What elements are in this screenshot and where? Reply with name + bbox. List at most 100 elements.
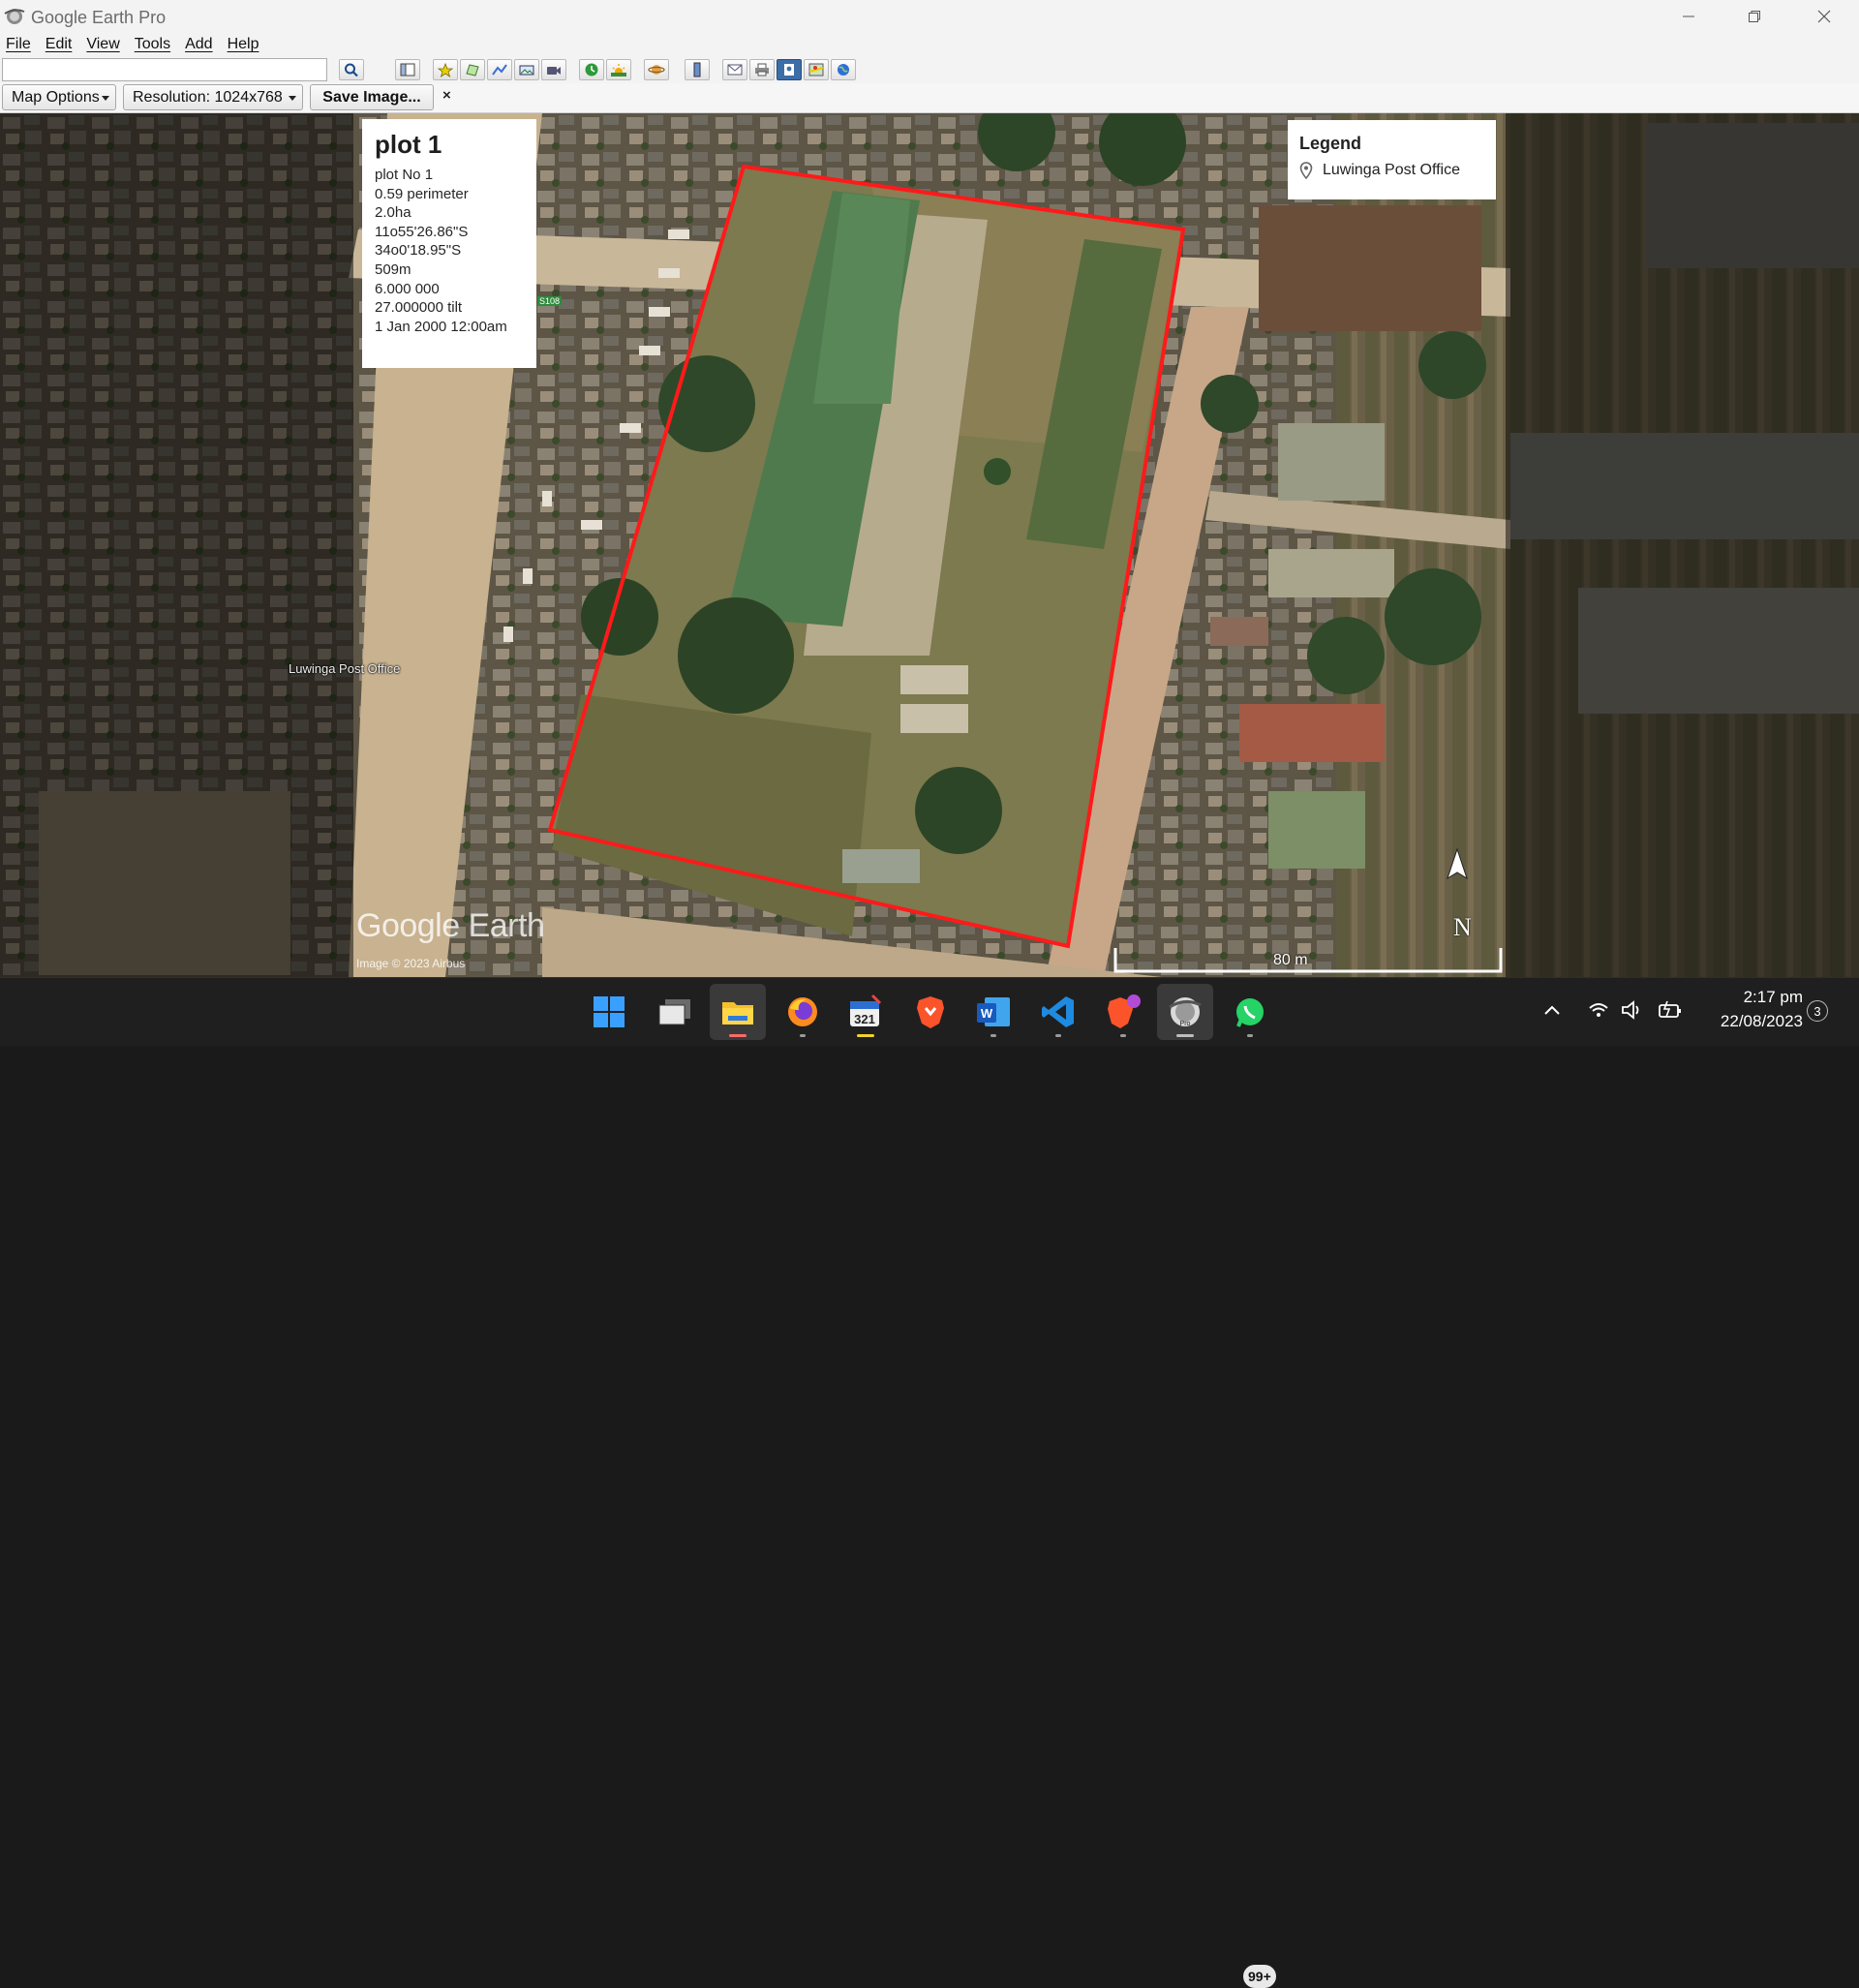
add-path-button[interactable] bbox=[487, 59, 512, 80]
earth-gallery-button[interactable] bbox=[831, 59, 856, 80]
close-window-button[interactable] bbox=[1791, 0, 1857, 33]
info-line: 34o0'18.95"S bbox=[375, 242, 462, 260]
planets-button[interactable] bbox=[644, 59, 669, 80]
running-indicator bbox=[1120, 1034, 1126, 1037]
vscode-button[interactable] bbox=[1030, 984, 1086, 1040]
info-line: 1 Jan 2000 12:00am bbox=[375, 318, 507, 335]
sidebar-icon bbox=[400, 63, 415, 76]
brave-icon bbox=[917, 996, 944, 1028]
taskbar: 321 W Pro 99+ bbox=[0, 977, 1859, 1988]
google-earth-pro-icon: Pro bbox=[1169, 997, 1202, 1027]
view-in-google-maps-button[interactable] bbox=[804, 59, 829, 80]
brave-beta-button[interactable] bbox=[1095, 984, 1151, 1040]
north-label: N bbox=[1453, 913, 1472, 941]
chevron-up-icon[interactable] bbox=[1543, 1004, 1561, 1016]
wifi-icon[interactable] bbox=[1588, 999, 1609, 1021]
map-view[interactable]: S108 Luwinga Post Office plot 1 plot No … bbox=[0, 113, 1859, 977]
menu-view[interactable]: View bbox=[86, 36, 119, 53]
menu-edit[interactable]: Edit bbox=[46, 36, 73, 53]
battery-icon[interactable] bbox=[1658, 999, 1683, 1021]
running-indicator bbox=[800, 1034, 806, 1037]
restore-icon bbox=[1749, 11, 1760, 22]
brave-button[interactable] bbox=[902, 984, 959, 1040]
clock-time[interactable]: 2:17 pm bbox=[1710, 988, 1803, 1007]
scale-label: 80 m bbox=[1273, 952, 1308, 968]
google-maps-icon bbox=[808, 63, 824, 76]
earth-gallery-icon bbox=[838, 64, 849, 76]
menu-help[interactable]: Help bbox=[228, 36, 259, 53]
minimize-button[interactable] bbox=[1656, 0, 1722, 33]
road-sign-label: S108 bbox=[537, 296, 563, 306]
print-button[interactable] bbox=[749, 59, 775, 80]
scale-bar bbox=[1113, 948, 1503, 973]
imagery-credit: Image © 2023 Airbus bbox=[356, 957, 466, 970]
menu-add[interactable]: Add bbox=[185, 36, 212, 53]
historical-imagery-button[interactable] bbox=[579, 59, 604, 80]
menu-tools[interactable]: Tools bbox=[135, 36, 170, 53]
windows-start-icon bbox=[594, 996, 625, 1027]
info-line: 0.59 perimeter bbox=[375, 185, 469, 202]
polygon-icon bbox=[466, 64, 479, 76]
word-icon: W bbox=[977, 997, 1010, 1026]
whatsapp-notification-badge: 99+ bbox=[1243, 1965, 1276, 1988]
chevron-down-icon bbox=[289, 96, 296, 101]
info-line: 27.000000 tilt bbox=[375, 299, 463, 317]
map-options-label: Map Options bbox=[12, 88, 100, 106]
add-polygon-button[interactable] bbox=[460, 59, 485, 80]
calendar-app-button[interactable]: 321 bbox=[838, 984, 894, 1040]
ruler-button[interactable] bbox=[685, 59, 710, 80]
close-icon bbox=[1817, 10, 1831, 23]
save-image-toolbar-button[interactable] bbox=[777, 59, 802, 80]
search-input[interactable] bbox=[2, 58, 327, 81]
add-placemark-button[interactable] bbox=[433, 59, 458, 80]
sunlight-icon bbox=[611, 64, 626, 76]
file-explorer-icon bbox=[722, 1002, 753, 1025]
print-icon bbox=[755, 63, 769, 76]
file-explorer-button[interactable] bbox=[710, 984, 766, 1040]
clock-date[interactable]: 22/08/2023 bbox=[1700, 1012, 1803, 1031]
resolution-label: Resolution: 1024x768 bbox=[133, 88, 283, 106]
firefox-icon bbox=[788, 997, 817, 1026]
place-label[interactable]: Luwinga Post Office bbox=[289, 661, 400, 676]
historical-imagery-icon bbox=[585, 63, 598, 76]
firefox-button[interactable] bbox=[775, 984, 831, 1040]
task-view-icon bbox=[658, 999, 690, 1025]
volume-icon[interactable] bbox=[1621, 999, 1644, 1021]
record-tour-button[interactable] bbox=[541, 59, 566, 80]
chevron-down-icon bbox=[102, 96, 109, 101]
window-title: Google Earth Pro bbox=[31, 8, 167, 27]
restore-button[interactable] bbox=[1722, 0, 1787, 33]
info-line: plot No 1 bbox=[375, 167, 434, 183]
legend-label: Luwinga Post Office bbox=[1323, 162, 1461, 178]
save-image-icon bbox=[784, 64, 794, 76]
save-image-button[interactable]: Save Image... bbox=[310, 84, 434, 110]
notification-count[interactable]: 3 bbox=[1807, 1000, 1828, 1022]
ruler-icon bbox=[693, 62, 701, 77]
image-overlay-icon bbox=[519, 65, 534, 76]
close-print-panel-button[interactable]: × bbox=[442, 87, 451, 104]
sidebar-toggle-button[interactable] bbox=[395, 59, 420, 80]
whatsapp-button[interactable] bbox=[1222, 984, 1278, 1040]
email-button[interactable] bbox=[722, 59, 747, 80]
google-earth-logo-icon bbox=[4, 9, 25, 24]
toolbar bbox=[0, 56, 1859, 83]
word-button[interactable]: W bbox=[965, 984, 1021, 1040]
search-button[interactable] bbox=[339, 59, 364, 80]
windows-start-button[interactable] bbox=[581, 984, 637, 1040]
placemark-icon bbox=[437, 62, 454, 77]
task-view-button[interactable] bbox=[647, 984, 703, 1040]
menu-file[interactable]: File bbox=[6, 36, 31, 53]
google-earth-pro-button[interactable]: Pro bbox=[1157, 984, 1213, 1040]
active-indicator bbox=[729, 1034, 747, 1037]
active-indicator bbox=[1176, 1034, 1194, 1037]
info-line: 6.000 000 bbox=[375, 280, 440, 297]
map-options-dropdown[interactable]: Map Options bbox=[2, 84, 116, 110]
resolution-dropdown[interactable]: Resolution: 1024x768 bbox=[123, 84, 303, 110]
add-image-overlay-button[interactable] bbox=[514, 59, 539, 80]
path-icon bbox=[492, 64, 507, 76]
title-bar: Google Earth Pro bbox=[0, 0, 1859, 33]
info-line: 2.0ha bbox=[375, 204, 411, 222]
minimize-icon bbox=[1683, 15, 1694, 17]
info-line: 11o55'26.86"S bbox=[375, 223, 469, 240]
sunlight-button[interactable] bbox=[606, 59, 631, 80]
